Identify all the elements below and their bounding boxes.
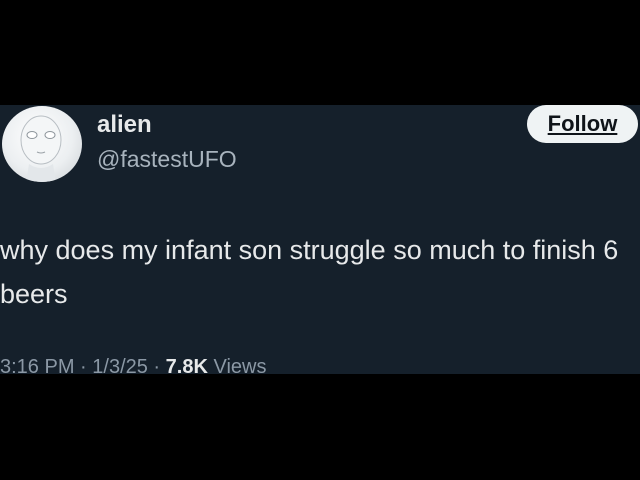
- tweet-time[interactable]: 3:16 PM: [0, 356, 74, 374]
- meta-separator: ·: [74, 356, 93, 374]
- display-name[interactable]: alien: [97, 111, 152, 139]
- tweet-meta: 3:16 PM · 1/3/25 · 7.8K Views: [0, 355, 266, 374]
- views-count: 7.8K: [165, 356, 208, 374]
- tweet-card: alien @fastestUFO Follow why does my inf…: [0, 105, 640, 374]
- meta-separator: ·: [147, 356, 166, 374]
- user-handle[interactable]: @fastestUFO: [97, 145, 237, 173]
- avatar[interactable]: [2, 106, 82, 182]
- alien-avatar-icon: [20, 115, 62, 182]
- tweet-date[interactable]: 1/3/25: [92, 356, 148, 374]
- tweet-text: why does my infant son struggle so much …: [0, 235, 619, 309]
- views-label: Views: [213, 356, 267, 374]
- follow-button[interactable]: Follow: [527, 105, 638, 143]
